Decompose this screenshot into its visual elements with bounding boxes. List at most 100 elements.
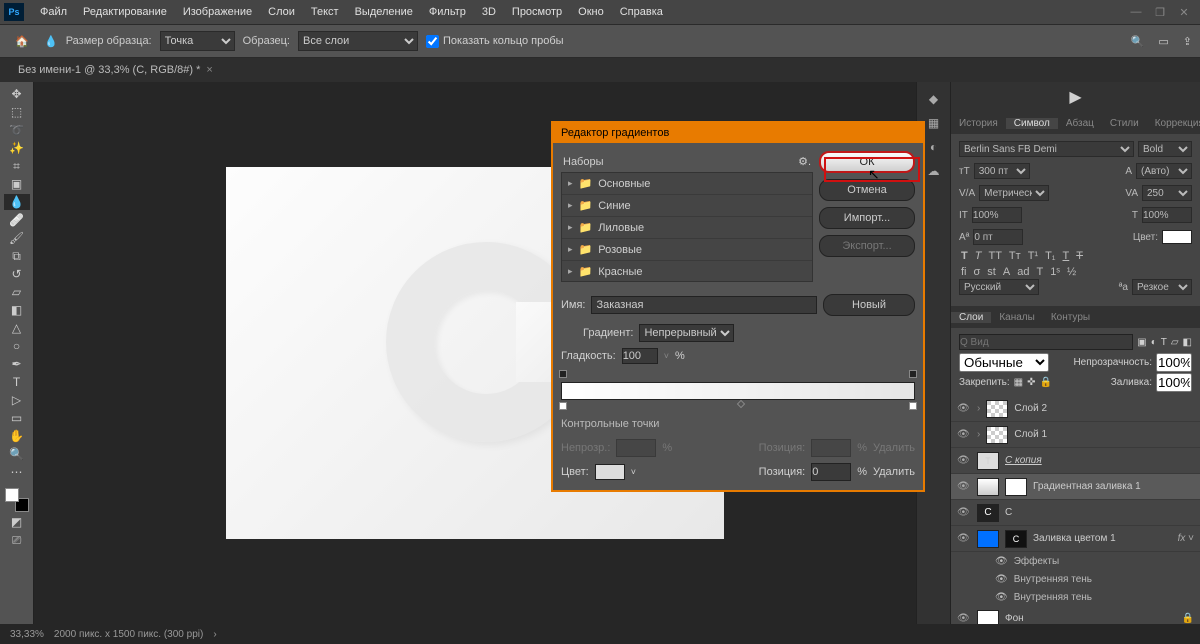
color-panel-icon[interactable]: ◆ bbox=[929, 92, 938, 106]
delete-opacity-stop[interactable]: Удалить bbox=[873, 442, 915, 454]
new-button[interactable]: Новый bbox=[823, 294, 915, 316]
sample-size-select[interactable]: Точка bbox=[160, 31, 235, 51]
leading-select[interactable]: (Авто) bbox=[1136, 163, 1192, 179]
filter-smart-icon[interactable]: ◧ bbox=[1183, 337, 1192, 348]
menu-image[interactable]: Изображение bbox=[175, 6, 260, 18]
heal-tool[interactable]: 🩹 bbox=[4, 212, 30, 228]
strike-btn[interactable]: T bbox=[1074, 250, 1085, 262]
home-icon[interactable]: 🏠 bbox=[8, 29, 36, 53]
close-tab-icon[interactable]: × bbox=[206, 64, 212, 76]
effect-row[interactable]: 👁Внутренняя тень bbox=[951, 588, 1200, 606]
preset-folder[interactable]: ▸📁Лиловые bbox=[562, 217, 812, 239]
menu-layers[interactable]: Слои bbox=[260, 6, 303, 18]
tab-symbol[interactable]: Символ bbox=[1006, 118, 1058, 129]
menu-help[interactable]: Справка bbox=[612, 6, 671, 18]
eraser-tool[interactable]: ▱ bbox=[4, 284, 30, 300]
layer-row[interactable]: 👁Фон🔒 bbox=[951, 606, 1200, 624]
effect-row[interactable]: 👁Эффекты bbox=[951, 552, 1200, 570]
layer-row-selected[interactable]: 👁Градиентная заливка 1 bbox=[951, 474, 1200, 500]
menu-window[interactable]: Окно bbox=[570, 6, 612, 18]
screenmode-tool[interactable]: ⎚ bbox=[4, 532, 30, 548]
type-tool[interactable]: T bbox=[4, 374, 30, 390]
link-icon[interactable]: › bbox=[977, 403, 980, 414]
eye-icon[interactable]: 👁 bbox=[957, 403, 971, 414]
more-tools[interactable]: ⋯ bbox=[4, 464, 30, 480]
gradient-name-input[interactable] bbox=[591, 296, 817, 314]
zoom-tool[interactable]: 🔍 bbox=[4, 446, 30, 462]
close-icon[interactable]: ✕ bbox=[1176, 5, 1192, 19]
eye-icon[interactable]: 👁 bbox=[995, 556, 1008, 567]
presets-menu-icon[interactable]: ⚙. bbox=[798, 155, 811, 168]
dodge-tool[interactable]: ○ bbox=[4, 338, 30, 354]
gradient-tool[interactable]: ◧ bbox=[4, 302, 30, 318]
eye-icon[interactable]: 👁 bbox=[957, 455, 971, 466]
sub-btn[interactable]: T₁ bbox=[1043, 250, 1057, 262]
vscale-input[interactable] bbox=[972, 207, 1022, 223]
tracking-select[interactable]: 250 bbox=[1142, 185, 1192, 201]
workspace-icon[interactable]: ▭ bbox=[1158, 35, 1168, 48]
lock-all-icon[interactable]: 🔒 bbox=[1040, 377, 1052, 388]
italic-btn[interactable]: T bbox=[973, 250, 984, 262]
quickmask-tool[interactable]: ◩ bbox=[4, 514, 30, 530]
baseline-input[interactable] bbox=[973, 229, 1023, 245]
font-select[interactable]: Berlin Sans FB Demi bbox=[959, 141, 1134, 157]
zoom-level[interactable]: 33,33% bbox=[10, 629, 44, 640]
eye-icon[interactable]: 👁 bbox=[995, 592, 1008, 603]
opacity-input[interactable] bbox=[1156, 353, 1192, 372]
eye-icon[interactable]: 👁 bbox=[957, 613, 971, 624]
library-panel-icon[interactable]: ☁ bbox=[928, 164, 940, 178]
eye-icon[interactable]: 👁 bbox=[957, 481, 971, 492]
layer-row[interactable]: 👁TС копия bbox=[951, 448, 1200, 474]
gradient-bar[interactable] bbox=[561, 370, 915, 404]
kerning-select[interactable]: Метрически bbox=[979, 185, 1049, 201]
lock-pos-icon[interactable]: ✜ bbox=[1027, 377, 1035, 388]
font-size-select[interactable]: 300 пт bbox=[974, 163, 1030, 179]
search-icon[interactable]: 🔍 bbox=[1131, 35, 1145, 48]
eye-icon[interactable]: 👁 bbox=[995, 574, 1008, 585]
menu-view[interactable]: Просмотр bbox=[504, 6, 570, 18]
adjust-panel-icon[interactable]: ◐ bbox=[930, 140, 937, 154]
opacity-stop-right[interactable] bbox=[909, 370, 917, 378]
smallcaps-btn[interactable]: Tᴛ bbox=[1007, 250, 1023, 262]
document-tab[interactable]: Без имени-1 @ 33,3% (C, RGB/8#) *× bbox=[8, 64, 223, 76]
sample-select[interactable]: Все слои bbox=[298, 31, 418, 51]
swatches-panel-icon[interactable]: ▦ bbox=[928, 116, 939, 130]
crop-tool[interactable]: ⌗ bbox=[4, 158, 30, 174]
pen-tool[interactable]: ✒ bbox=[4, 356, 30, 372]
layer-row[interactable]: 👁CС bbox=[951, 500, 1200, 526]
dialog-title[interactable]: Редактор градиентов bbox=[553, 123, 923, 143]
tab-history[interactable]: История bbox=[951, 118, 1006, 129]
play-icon[interactable]: ▶ bbox=[951, 82, 1200, 112]
text-color-swatch[interactable] bbox=[1162, 230, 1192, 244]
color-stop-right[interactable] bbox=[909, 402, 917, 410]
path-select-tool[interactable]: ▷ bbox=[4, 392, 30, 408]
preset-list[interactable]: ▸📁Основные ▸📁Синие ▸📁Лиловые ▸📁Розовые ▸… bbox=[561, 172, 813, 282]
lang-select[interactable]: Русский bbox=[959, 279, 1039, 295]
frame-tool[interactable]: ▣ bbox=[4, 176, 30, 192]
show-ring-check[interactable]: Показать кольцо пробы bbox=[426, 35, 564, 48]
eye-icon[interactable]: 👁 bbox=[957, 533, 971, 544]
tab-paths[interactable]: Контуры bbox=[1043, 312, 1098, 323]
filter-type-icon[interactable]: T bbox=[1161, 337, 1167, 348]
eye-icon[interactable]: 👁 bbox=[957, 429, 971, 440]
delete-color-stop[interactable]: Удалить bbox=[873, 466, 915, 478]
cancel-button[interactable]: Отмена bbox=[819, 179, 915, 201]
smoothness-input[interactable] bbox=[622, 348, 658, 364]
fill-input[interactable] bbox=[1156, 373, 1192, 392]
marquee-tool[interactable]: ⬚ bbox=[4, 104, 30, 120]
wand-tool[interactable]: ✨ bbox=[4, 140, 30, 156]
preset-folder[interactable]: ▸📁Основные bbox=[562, 173, 812, 195]
effect-row[interactable]: 👁Внутренняя тень bbox=[951, 570, 1200, 588]
font-weight-select[interactable]: Bold bbox=[1138, 141, 1192, 157]
preset-folder[interactable]: ▸📁Синие bbox=[562, 195, 812, 217]
blend-mode-select[interactable]: Обычные bbox=[959, 353, 1049, 372]
blur-tool[interactable]: △ bbox=[4, 320, 30, 336]
opacity-stop-left[interactable] bbox=[559, 370, 567, 378]
move-tool[interactable]: ✥ bbox=[4, 86, 30, 102]
lasso-tool[interactable]: ➰ bbox=[4, 122, 30, 138]
restore-icon[interactable]: ❐ bbox=[1152, 5, 1168, 19]
minimize-icon[interactable]: — bbox=[1128, 5, 1144, 19]
hand-tool[interactable]: ✋ bbox=[4, 428, 30, 444]
tab-paragraph[interactable]: Абзац bbox=[1058, 118, 1102, 129]
ok-button[interactable]: ОК bbox=[819, 151, 915, 173]
